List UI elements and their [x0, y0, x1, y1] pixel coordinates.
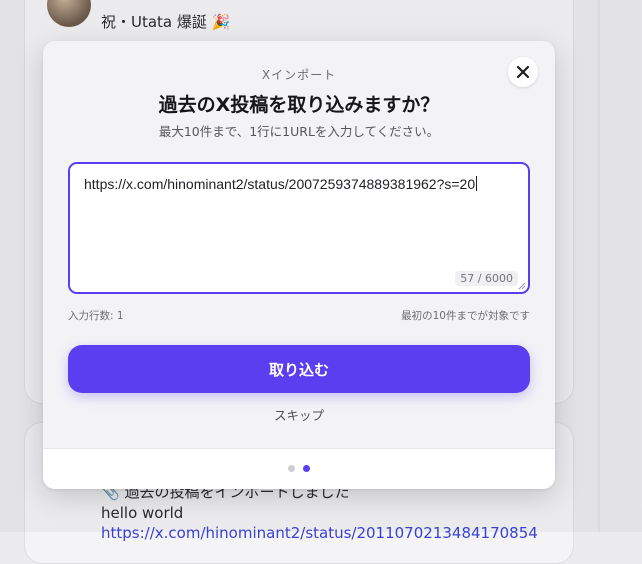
- x-import-dialog: Xインポート 過去のX投稿を取り込みますか？ 最大10件まで、1行に1URLを入…: [43, 41, 555, 489]
- skip-button[interactable]: スキップ: [43, 405, 555, 424]
- dialog-title: 過去のX投稿を取り込みますか？: [158, 94, 440, 116]
- dialog-footer: [43, 448, 555, 489]
- limit-note: 最初の10件までが対象です: [401, 310, 530, 322]
- page-dot-active[interactable]: [303, 465, 310, 472]
- url-input-value: https://x.com/hinominant2/status/2007259…: [84, 176, 478, 192]
- url-textarea[interactable]: https://x.com/hinominant2/status/2007259…: [68, 162, 530, 294]
- resize-handle-icon[interactable]: [518, 282, 526, 290]
- pagination-dots: [43, 465, 555, 472]
- close-icon: [516, 65, 530, 79]
- dialog-eyebrow: Xインポート: [261, 68, 337, 82]
- close-button[interactable]: [508, 57, 538, 87]
- line-count: 入力行数: 1: [68, 310, 124, 322]
- text-caret: [476, 176, 478, 191]
- import-button-label: 取り込む: [268, 360, 329, 379]
- char-counter: 57 / 6000: [455, 271, 518, 286]
- dialog-subtitle: 最大10件まで、1行に1URLを入力してください。: [158, 124, 440, 139]
- import-button[interactable]: 取り込む: [68, 345, 530, 393]
- page-dot[interactable]: [288, 465, 295, 472]
